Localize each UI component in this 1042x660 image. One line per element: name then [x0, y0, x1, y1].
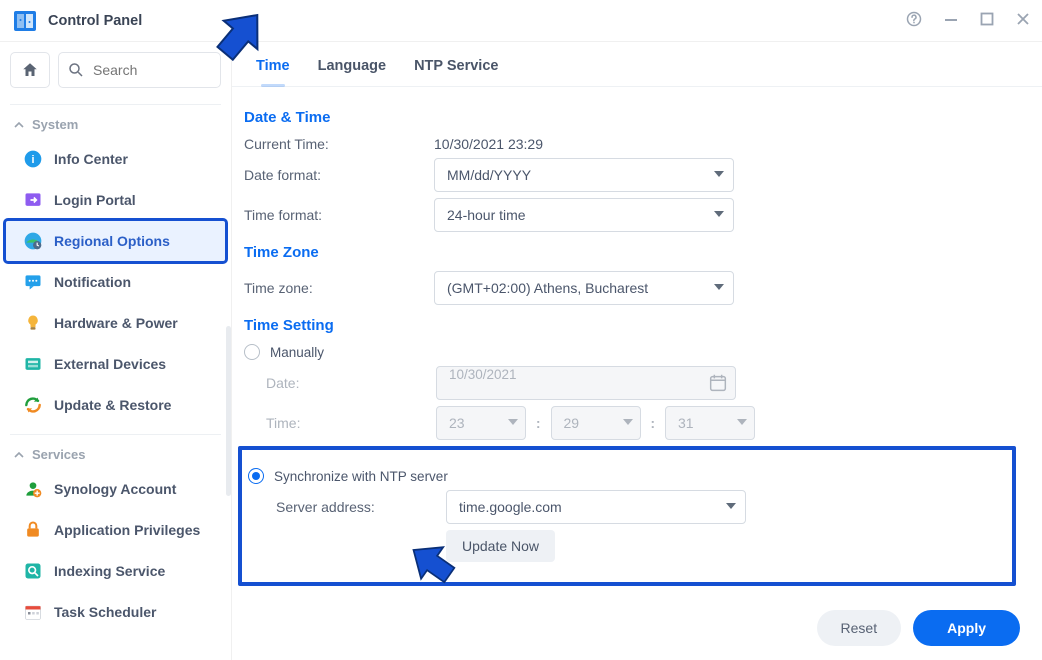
chevron-down-icon — [714, 284, 724, 290]
label-ntp-sync: Synchronize with NTP server — [274, 469, 448, 484]
divider — [10, 104, 221, 105]
maximize-icon[interactable] — [980, 12, 994, 29]
main-panel: Time Language NTP Service Date & Time Cu… — [232, 42, 1042, 660]
radio-manually[interactable] — [244, 344, 260, 360]
select-time-format[interactable]: 24-hour time — [434, 198, 734, 232]
select-second: 31 — [665, 406, 755, 440]
select-server-address[interactable]: time.google.com — [446, 490, 746, 524]
chevron-down-icon — [714, 211, 724, 217]
search-icon — [67, 61, 85, 82]
magnify-icon — [22, 560, 44, 582]
chevron-down-icon — [737, 419, 747, 425]
account-icon — [22, 478, 44, 500]
sidebar-item-task-scheduler[interactable]: Task Scheduler — [6, 592, 225, 632]
nav-list-system: iInfo Center Login Portal Regional Optio… — [0, 138, 231, 430]
radio-ntp[interactable] — [248, 468, 264, 484]
chevron-down-icon — [714, 171, 724, 177]
chevron-up-icon — [14, 117, 24, 132]
home-button[interactable] — [10, 52, 50, 88]
label-server-address: Server address: — [276, 499, 438, 515]
bulb-icon — [22, 312, 44, 334]
calendar-icon — [707, 372, 729, 397]
portal-icon — [22, 189, 44, 211]
info-icon: i — [22, 148, 44, 170]
chevron-down-icon — [726, 503, 736, 509]
colon: : — [651, 416, 656, 431]
input-date: 10/30/2021 — [436, 366, 736, 400]
sidebar: System iInfo Center Login Portal Regiona… — [0, 42, 232, 660]
nav-list-services: Synology Account Application Privileges … — [0, 468, 231, 637]
lock-icon — [22, 519, 44, 541]
sidebar-item-update-restore[interactable]: Update & Restore — [6, 385, 225, 425]
sidebar-scrollbar[interactable] — [226, 326, 231, 496]
label-time: Time: — [266, 415, 428, 431]
chevron-up-icon — [14, 447, 24, 462]
window-title: Control Panel — [48, 13, 906, 29]
section-header-system[interactable]: System — [0, 107, 231, 138]
drive-icon — [22, 353, 44, 375]
refresh-icon — [22, 394, 44, 416]
value-current-time: 10/30/2021 23:29 — [434, 136, 543, 152]
app-icon — [12, 8, 38, 34]
sidebar-item-hardware-power[interactable]: Hardware & Power — [6, 303, 225, 343]
sidebar-item-login-portal[interactable]: Login Portal — [6, 180, 225, 220]
divider — [10, 434, 221, 435]
sidebar-item-regional-options[interactable]: Regional Options — [6, 221, 225, 261]
label-current-time: Current Time: — [244, 136, 434, 152]
colon: : — [536, 416, 541, 431]
ntp-highlight-box: Synchronize with NTP server Server addre… — [238, 446, 1016, 586]
minimize-icon[interactable] — [944, 12, 958, 29]
sidebar-item-application-privileges[interactable]: Application Privileges — [6, 510, 225, 550]
label-time-format: Time format: — [244, 207, 434, 223]
globe-icon — [22, 230, 44, 252]
sidebar-item-external-devices[interactable]: External Devices — [6, 344, 225, 384]
calendar-icon — [22, 601, 44, 623]
help-icon[interactable] — [906, 11, 922, 30]
chevron-down-icon — [508, 419, 518, 425]
section-title-date-time: Date & Time — [244, 109, 1016, 126]
select-time-zone[interactable]: (GMT+02:00) Athens, Bucharest — [434, 271, 734, 305]
tab-ntp[interactable]: NTP Service — [414, 58, 498, 86]
chat-icon — [22, 271, 44, 293]
sidebar-item-notification[interactable]: Notification — [6, 262, 225, 302]
select-minute: 29 — [551, 406, 641, 440]
sidebar-item-indexing-service[interactable]: Indexing Service — [6, 551, 225, 591]
label-date-format: Date format: — [244, 167, 434, 183]
label-manually: Manually — [270, 345, 324, 360]
section-title-time-zone: Time Zone — [244, 244, 1016, 261]
reset-button[interactable]: Reset — [817, 610, 902, 646]
annotation-arrow-icon — [400, 530, 470, 600]
tabs: Time Language NTP Service — [232, 42, 1042, 87]
section-header-services[interactable]: Services — [0, 437, 231, 468]
select-date-format[interactable]: MM/dd/YYYY — [434, 158, 734, 192]
label-time-zone: Time zone: — [244, 280, 434, 296]
sidebar-item-info-center[interactable]: iInfo Center — [6, 139, 225, 179]
select-hour: 23 — [436, 406, 526, 440]
tab-language[interactable]: Language — [318, 58, 386, 86]
close-icon[interactable] — [1016, 12, 1030, 29]
label-date: Date: — [266, 375, 428, 391]
annotation-arrow-icon — [198, 0, 278, 78]
chevron-down-icon — [623, 419, 633, 425]
title-bar: Control Panel — [0, 0, 1042, 42]
apply-button[interactable]: Apply — [913, 610, 1020, 646]
svg-text:i: i — [31, 154, 34, 166]
sidebar-item-synology-account[interactable]: Synology Account — [6, 469, 225, 509]
section-title-time-setting: Time Setting — [244, 317, 1016, 334]
